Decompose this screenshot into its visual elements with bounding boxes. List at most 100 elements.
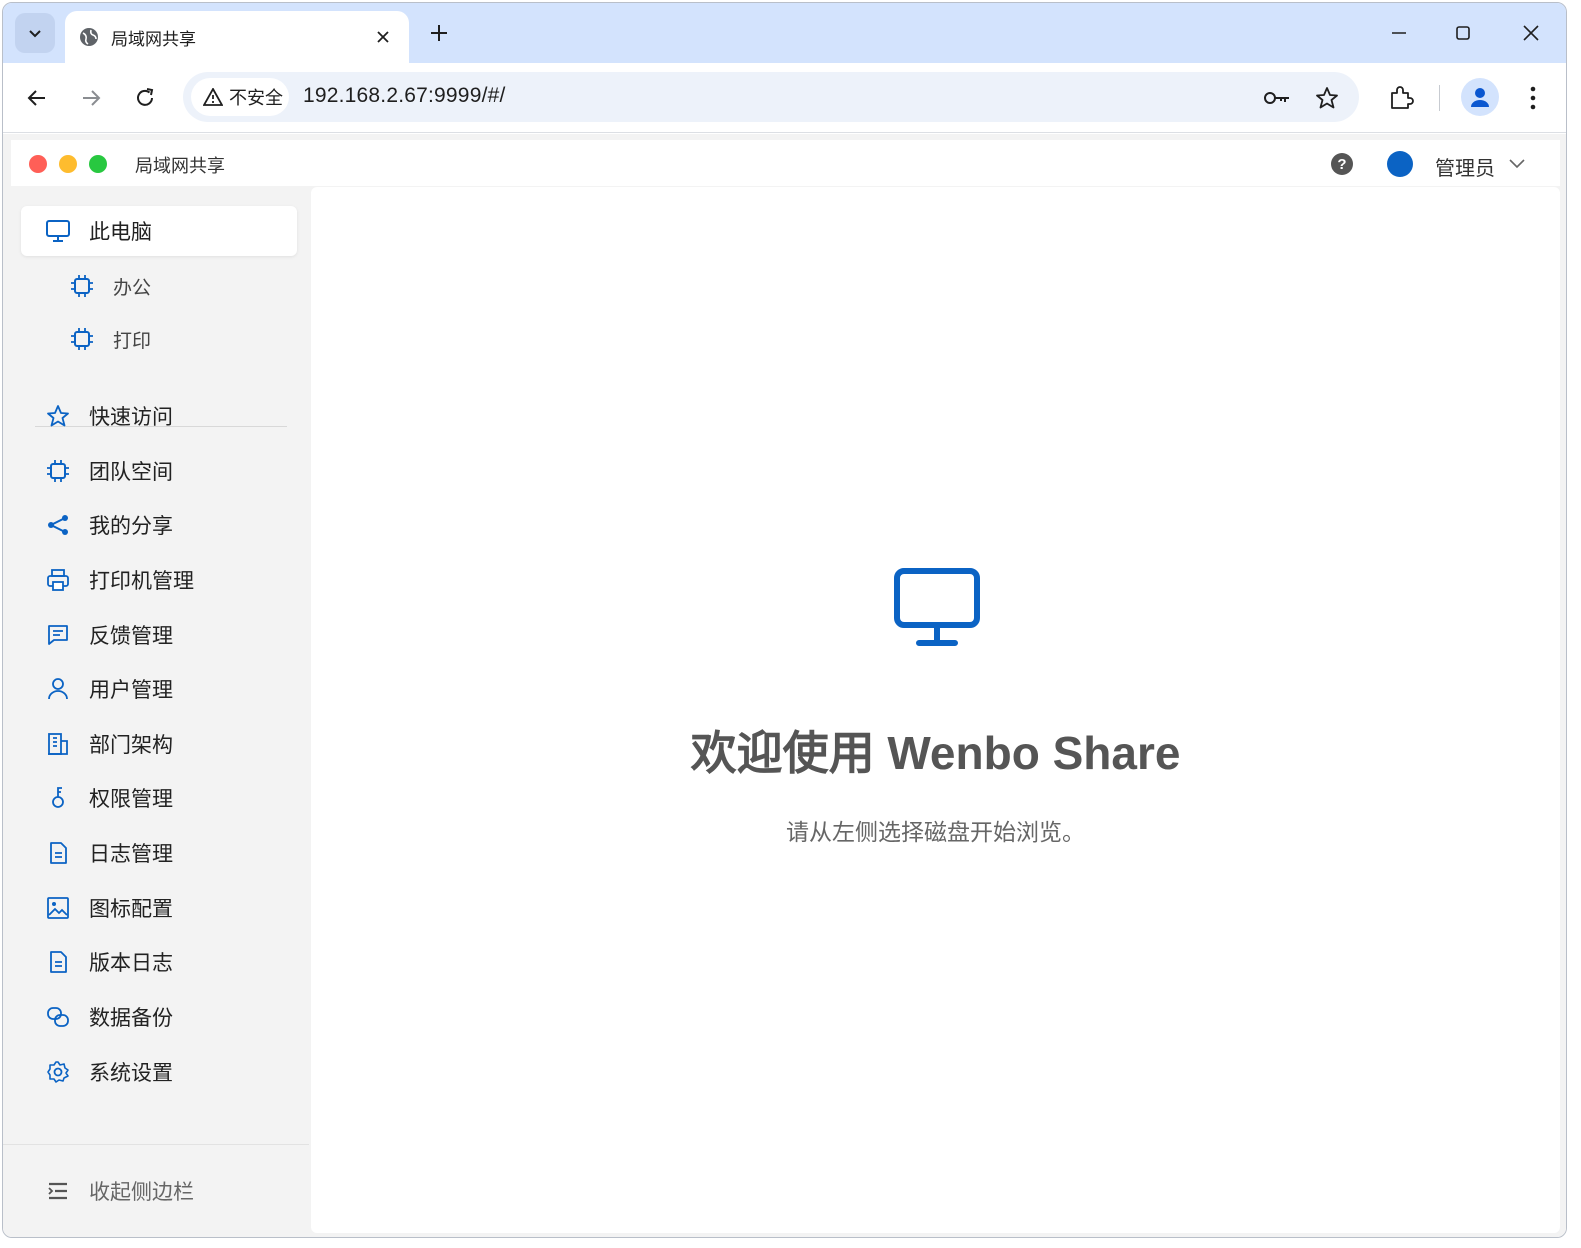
backup-icon bbox=[45, 1004, 71, 1030]
browser-tab[interactable]: 局域网共享 bbox=[65, 11, 409, 63]
sidebar-item-permission-management[interactable]: 权限管理 bbox=[21, 773, 297, 823]
sidebar-item-label: 打印机管理 bbox=[89, 570, 194, 593]
browser-toolbar: 不安全 192.168.2.67:9999/#/ bbox=[3, 63, 1566, 133]
key-icon bbox=[1264, 92, 1289, 104]
star-icon bbox=[45, 403, 71, 429]
minimize-button[interactable] bbox=[1379, 17, 1419, 49]
building-icon bbox=[45, 731, 71, 757]
sidebar-item-version-log[interactable]: 版本日志 bbox=[21, 937, 297, 987]
profile-button[interactable] bbox=[1461, 78, 1499, 116]
sidebar-item-my-shares[interactable]: 我的分享 bbox=[21, 500, 297, 550]
sidebar-item-label: 快速访问 bbox=[89, 406, 173, 429]
password-key-button[interactable] bbox=[1263, 84, 1291, 112]
sidebar: 此电脑 办公 打印 快速访问 团队空间 我的分享 打印机管理 反馈管理 用户管理… bbox=[3, 186, 309, 1237]
sidebar-item-label: 我的分享 bbox=[89, 515, 173, 538]
sidebar-item-team-space[interactable]: 团队空间 bbox=[21, 446, 297, 496]
sidebar-item-label: 权限管理 bbox=[89, 788, 173, 811]
sidebar-item-label: 部门架构 bbox=[89, 734, 173, 757]
sidebar-footer-divider bbox=[3, 1144, 309, 1145]
help-icon[interactable]: ? bbox=[1331, 153, 1353, 175]
key-icon bbox=[45, 785, 71, 811]
sidebar-drive-office[interactable]: 办公 bbox=[21, 261, 297, 311]
security-chip[interactable]: 不安全 bbox=[191, 78, 289, 116]
sidebar-item-feedback-management[interactable]: 反馈管理 bbox=[21, 610, 297, 660]
sidebar-item-label: 反馈管理 bbox=[89, 625, 173, 648]
app-title: 局域网共享 bbox=[135, 156, 225, 176]
minimize-icon bbox=[1392, 32, 1406, 34]
sidebar-item-label: 图标配置 bbox=[89, 898, 173, 921]
main-content: 欢迎使用 Wenbo Share 请从左侧选择磁盘开始浏览。 bbox=[311, 187, 1560, 1233]
sidebar-item-data-backup[interactable]: 数据备份 bbox=[21, 992, 297, 1042]
document-icon bbox=[45, 840, 71, 866]
sidebar-item-user-management[interactable]: 用户管理 bbox=[21, 664, 297, 714]
monitor-icon bbox=[894, 568, 980, 646]
chip-icon bbox=[45, 458, 71, 484]
bookmark-button[interactable] bbox=[1313, 84, 1341, 112]
forward-button[interactable] bbox=[73, 80, 109, 116]
welcome-subtitle: 请从左侧选择磁盘开始浏览。 bbox=[786, 819, 1085, 845]
sidebar-item-label: 打印 bbox=[113, 330, 152, 352]
reload-button[interactable] bbox=[127, 80, 163, 116]
toolbar-divider bbox=[1439, 85, 1440, 111]
user-name[interactable]: 管理员 bbox=[1435, 152, 1495, 181]
menu-collapse-icon bbox=[45, 1178, 71, 1204]
sidebar-item-label: 此电脑 bbox=[89, 221, 152, 244]
monitor-icon bbox=[45, 218, 71, 244]
collapse-sidebar-button[interactable]: 收起侧边栏 bbox=[21, 1166, 297, 1216]
more-vertical-icon bbox=[1530, 86, 1536, 110]
maximize-dot[interactable] bbox=[89, 155, 107, 173]
plus-icon bbox=[431, 25, 447, 41]
close-dot[interactable] bbox=[29, 155, 47, 173]
app-root: 局域网共享 ? 管理员 此电脑 办公 打印 快速访问 团队空间 我的分享 打印机… bbox=[3, 134, 1566, 1237]
globe-icon bbox=[79, 27, 99, 47]
tab-search-button[interactable] bbox=[15, 13, 55, 53]
sidebar-item-system-settings[interactable]: 系统设置 bbox=[21, 1047, 297, 1097]
close-icon bbox=[377, 31, 389, 43]
maximize-button[interactable] bbox=[1443, 17, 1483, 49]
window-close-button[interactable] bbox=[1511, 17, 1551, 49]
printer-icon bbox=[45, 567, 71, 593]
app-header: 局域网共享 ? 管理员 bbox=[11, 140, 1560, 186]
arrow-right-icon bbox=[83, 90, 101, 106]
welcome-title: 欢迎使用 Wenbo Share bbox=[690, 727, 1181, 779]
tab-close-button[interactable] bbox=[371, 25, 395, 49]
document-icon bbox=[45, 949, 71, 975]
close-icon bbox=[1523, 25, 1539, 41]
extensions-button[interactable] bbox=[1383, 80, 1419, 116]
sidebar-item-label: 日志管理 bbox=[89, 843, 173, 866]
browser-menu-button[interactable] bbox=[1515, 80, 1551, 116]
sidebar-item-label: 系统设置 bbox=[89, 1062, 173, 1085]
sidebar-item-label: 版本日志 bbox=[89, 952, 173, 975]
avatar[interactable] bbox=[1387, 151, 1413, 177]
sidebar-item-icon-config[interactable]: 图标配置 bbox=[21, 883, 297, 933]
warning-icon bbox=[203, 88, 223, 106]
arrow-left-icon bbox=[27, 90, 45, 106]
user-menu-toggle[interactable] bbox=[1507, 154, 1527, 174]
chip-icon bbox=[69, 273, 95, 299]
reload-icon bbox=[137, 88, 154, 106]
security-label: 不安全 bbox=[229, 88, 283, 108]
chevron-down-icon bbox=[29, 30, 41, 38]
maximize-icon bbox=[1456, 26, 1470, 40]
collapse-sidebar-label: 收起侧边栏 bbox=[89, 1181, 194, 1204]
share-icon bbox=[45, 512, 71, 538]
gear-icon bbox=[45, 1059, 71, 1085]
sidebar-item-log-management[interactable]: 日志管理 bbox=[21, 828, 297, 878]
new-tab-button[interactable] bbox=[423, 17, 455, 49]
tab-strip: 局域网共享 bbox=[3, 3, 1566, 63]
sidebar-item-label: 用户管理 bbox=[89, 679, 173, 702]
url-text[interactable]: 192.168.2.67:9999/#/ bbox=[303, 84, 506, 108]
back-button[interactable] bbox=[19, 80, 55, 116]
sidebar-item-printer-management[interactable]: 打印机管理 bbox=[21, 555, 297, 605]
avatar-icon bbox=[1471, 88, 1489, 107]
address-bar[interactable]: 不安全 192.168.2.67:9999/#/ bbox=[183, 72, 1359, 122]
sidebar-item-label: 团队空间 bbox=[89, 461, 173, 484]
sidebar-item-department[interactable]: 部门架构 bbox=[21, 719, 297, 769]
tab-title: 局域网共享 bbox=[111, 29, 196, 49]
sidebar-item-this-pc[interactable]: 此电脑 bbox=[21, 206, 297, 256]
sidebar-item-quick-access[interactable]: 快速访问 bbox=[21, 391, 297, 441]
sidebar-drive-print[interactable]: 打印 bbox=[21, 314, 297, 364]
sidebar-item-label: 数据备份 bbox=[89, 1007, 173, 1030]
star-icon bbox=[1316, 87, 1338, 109]
minimize-dot[interactable] bbox=[59, 155, 77, 173]
